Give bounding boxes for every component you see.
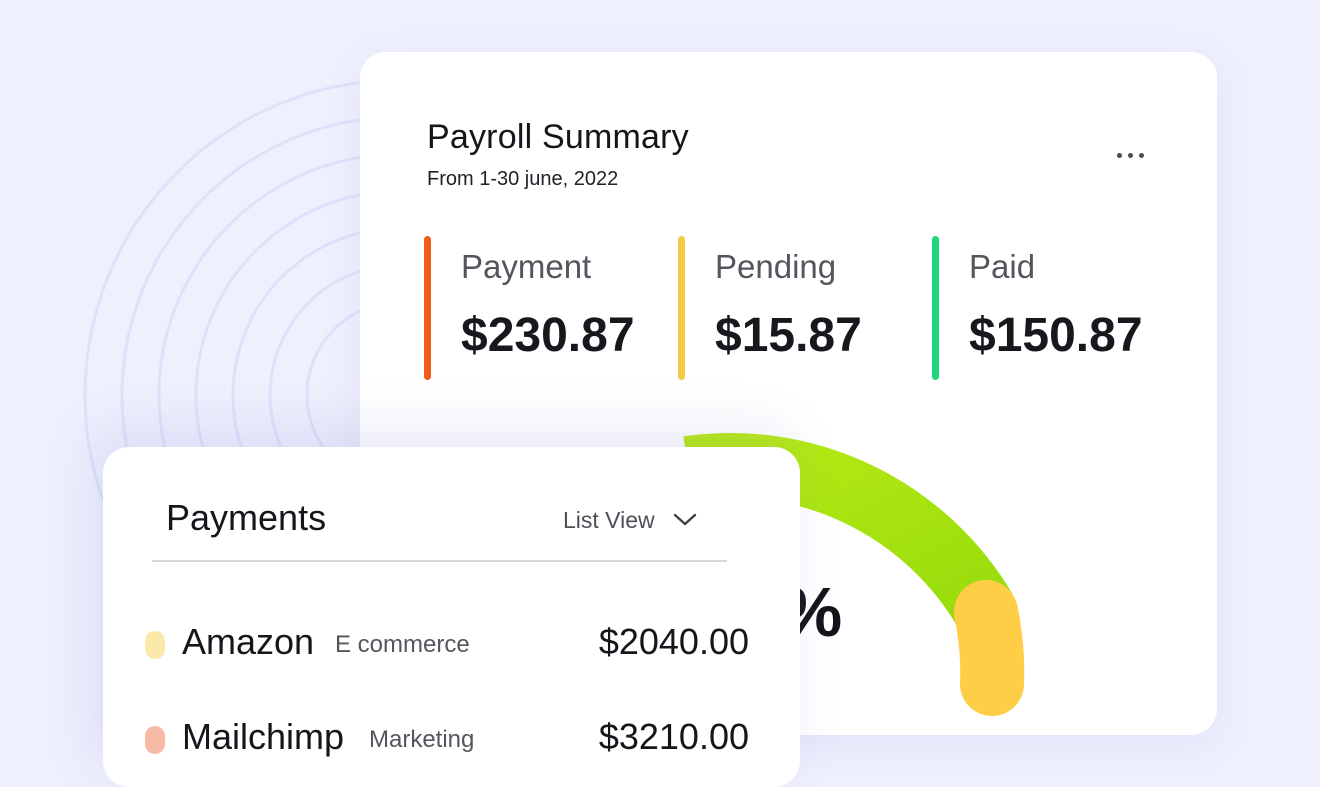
payroll-summary-title: Payroll Summary bbox=[427, 118, 689, 156]
payment-status-dot bbox=[145, 726, 165, 754]
chevron-down-icon bbox=[673, 513, 696, 526]
payroll-date-range: From 1-30 june, 2022 bbox=[427, 168, 619, 190]
payment-name: Mailchimp bbox=[182, 716, 345, 757]
payment-amount: $2040.00 bbox=[598, 621, 749, 662]
stat-paid-value: $150.87 bbox=[969, 309, 1143, 362]
more-horizontal-icon bbox=[1116, 152, 1122, 158]
more-horizontal-icon-dot bbox=[1127, 152, 1133, 158]
stat-pending-label: Pending bbox=[715, 248, 837, 285]
stat-payment-accent-bar bbox=[424, 236, 431, 380]
stat-pending-value: $15.87 bbox=[715, 309, 862, 362]
list-view-dropdown[interactable]: List View bbox=[563, 504, 697, 536]
gauge-yellow-arc bbox=[954, 580, 1025, 716]
payment-category: Marketing bbox=[369, 726, 475, 753]
stat-payment-label: Payment bbox=[461, 248, 592, 285]
more-options-button[interactable] bbox=[1108, 140, 1152, 170]
payment-amount: $3210.00 bbox=[598, 716, 749, 757]
payments-card: Payments List View Amazon E commerce $20… bbox=[103, 447, 800, 787]
stat-paid-label: Paid bbox=[969, 248, 1036, 285]
list-view-label: List View bbox=[563, 506, 655, 533]
payments-title: Payments bbox=[166, 497, 327, 538]
payments-divider bbox=[152, 560, 727, 562]
payment-status-dot bbox=[145, 631, 165, 659]
payment-row-mailchimp[interactable]: Mailchimp Marketing $3210.00 bbox=[145, 710, 749, 770]
payment-row-amazon[interactable]: Amazon E commerce $2040.00 bbox=[145, 615, 749, 675]
stat-paid-accent-bar bbox=[932, 236, 939, 380]
payment-name: Amazon bbox=[182, 621, 315, 662]
stat-payment-value: $230.87 bbox=[461, 309, 635, 362]
stat-pending-accent-bar bbox=[678, 236, 685, 380]
more-horizontal-icon-dot bbox=[1138, 152, 1144, 158]
payment-category: E commerce bbox=[335, 631, 470, 658]
